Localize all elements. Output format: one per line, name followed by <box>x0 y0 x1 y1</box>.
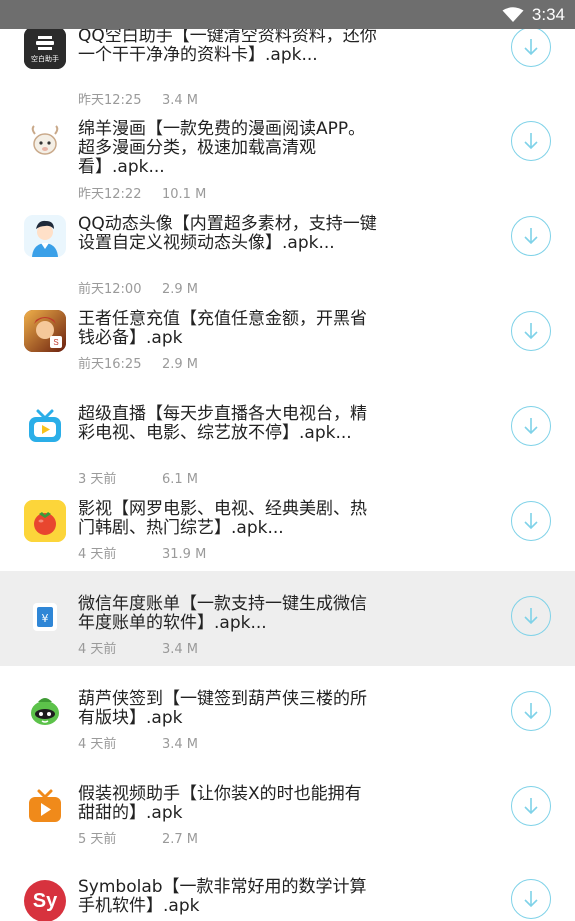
list-item[interactable]: QQ动态头像【内置超多素材，支持一键设置自定义视频动态头像】.apk... 前天… <box>0 209 575 304</box>
download-arrow-icon <box>524 418 538 435</box>
app-title: 影视【网罗电影、电视、经典美剧、热门韩剧、热门综艺】.apk... <box>78 499 367 538</box>
download-button[interactable] <box>511 501 551 541</box>
download-arrow-icon <box>524 228 538 245</box>
symbolab-logo-text: Sy <box>32 889 58 912</box>
app-title: 王者任意充值【充值任意金额，开黑省钱必备】.apk <box>78 309 367 348</box>
bill-icon: ¥ <box>24 595 66 637</box>
app-date: 前天12:00 <box>78 282 142 297</box>
tv-icon <box>24 405 66 447</box>
status-bar: 3:34 <box>0 0 575 29</box>
app-meta: 4 天前 3.4 M <box>78 733 198 752</box>
app-size: 2.7 M <box>162 832 199 847</box>
tomato-icon <box>24 500 66 542</box>
download-button[interactable] <box>511 311 551 351</box>
app-meta: 4 天前 31.9 M <box>78 543 206 562</box>
app-title: 微信年度账单【一款支持一键生成微信年度账单的软件】.apk... <box>78 594 367 633</box>
list-item-selected[interactable]: ¥ 微信年度账单【一款支持一键生成微信年度账单的软件】.apk... 4 天前 3… <box>0 571 575 666</box>
app-date: 前天16:25 <box>78 357 142 372</box>
app-title: 绵羊漫画【一款免费的漫画阅读APP。超多漫画分类，极速加载高清观看】.apk..… <box>78 119 366 177</box>
download-arrow-icon <box>524 798 538 815</box>
app-title: 假装视频助手【让你装X的时也能拥有甜甜的】.apk <box>78 784 362 823</box>
download-list: 空白助手 QQ空白助手【一键清空资料资料，还你一个干干净净的资料卡】.apk..… <box>0 0 575 921</box>
list-item[interactable]: 绵羊漫画【一款免费的漫画阅读APP。超多漫画分类，极速加载高清观看】.apk..… <box>0 114 575 209</box>
avatar-person-icon <box>24 215 66 257</box>
app-title: 葫芦侠签到【一键签到葫芦侠三楼的所有版块】.apk <box>78 689 367 728</box>
app-size: 2.9 M <box>162 282 199 297</box>
app-date: 4 天前 <box>78 737 117 752</box>
app-date: 4 天前 <box>78 547 117 562</box>
symbolab-icon: Sy <box>24 880 66 921</box>
app-meta: 3 天前 6.1 M <box>78 468 198 487</box>
download-arrow-icon <box>524 323 538 340</box>
app-size: 10.1 M <box>162 187 207 202</box>
download-arrow-icon <box>524 133 538 150</box>
game-hero-icon: S <box>24 310 66 352</box>
wifi-icon <box>502 6 524 23</box>
download-button[interactable] <box>511 121 551 161</box>
list-item[interactable]: 超级直播【每天步直播各大电视台，精彩电视、电影、综艺放不停】.apk... 3 … <box>0 399 575 494</box>
download-arrow-icon <box>524 513 538 530</box>
app-size: 3.4 M <box>162 642 199 657</box>
download-button[interactable] <box>511 216 551 256</box>
download-arrow-icon <box>524 39 538 56</box>
app-size: 31.9 M <box>162 547 207 562</box>
list-item[interactable]: Sy Symbolab【一款非常好用的数学计算手机软件】.apk <box>0 856 575 921</box>
app-date: 4 天前 <box>78 642 117 657</box>
sheep-comic-icon <box>24 120 66 162</box>
app-title: 超级直播【每天步直播各大电视台，精彩电视、电影、综艺放不停】.apk... <box>78 404 367 443</box>
gourd-man-icon <box>24 690 66 732</box>
app-date: 3 天前 <box>78 472 117 487</box>
app-meta: 昨天12:22 10.1 M <box>78 183 206 202</box>
app-meta: 昨天12:25 3.4 M <box>78 89 198 108</box>
list-item[interactable]: S 王者任意充值【充值任意金额，开黑省钱必备】.apk 前天16:25 2.9 M <box>0 304 575 399</box>
download-button[interactable] <box>511 406 551 446</box>
app-meta: 前天12:00 2.9 M <box>78 278 198 297</box>
download-button[interactable] <box>511 27 551 67</box>
download-arrow-icon <box>524 608 538 625</box>
app-title: Symbolab【一款非常好用的数学计算手机软件】.apk <box>78 877 367 916</box>
app-meta: 前天16:25 2.9 M <box>78 353 198 372</box>
video-play-icon <box>24 785 66 827</box>
svg-text:¥: ¥ <box>42 612 49 625</box>
list-item[interactable]: 葫芦侠签到【一键签到葫芦侠三楼的所有版块】.apk 4 天前 3.4 M <box>0 666 575 761</box>
app-size: 3.4 M <box>162 93 199 108</box>
qq-blank-helper-icon: 空白助手 <box>24 27 66 69</box>
app-meta: 4 天前 3.4 M <box>78 638 198 657</box>
app-size: 3.4 M <box>162 737 199 752</box>
app-date: 昨天12:22 <box>78 187 142 202</box>
app-meta: 5 天前 2.7 M <box>78 828 198 847</box>
download-arrow-icon <box>524 703 538 720</box>
status-time: 3:34 <box>531 4 565 24</box>
download-button[interactable] <box>511 786 551 826</box>
app-title: QQ动态头像【内置超多素材，支持一键设置自定义视频动态头像】.apk... <box>78 214 377 253</box>
download-button[interactable] <box>511 691 551 731</box>
app-date: 5 天前 <box>78 832 117 847</box>
app-date: 昨天12:25 <box>78 93 142 108</box>
app-title: QQ空白助手【一键清空资料资料，还你一个干干净净的资料卡】.apk... <box>78 26 377 65</box>
svg-text:S: S <box>53 338 58 347</box>
icon-label: 空白助手 <box>31 55 59 63</box>
download-arrow-icon <box>524 891 538 908</box>
list-item[interactable]: 假装视频助手【让你装X的时也能拥有甜甜的】.apk 5 天前 2.7 M <box>0 761 575 856</box>
download-button[interactable] <box>511 596 551 636</box>
download-button[interactable] <box>511 879 551 919</box>
app-size: 6.1 M <box>162 472 199 487</box>
app-size: 2.9 M <box>162 357 199 372</box>
